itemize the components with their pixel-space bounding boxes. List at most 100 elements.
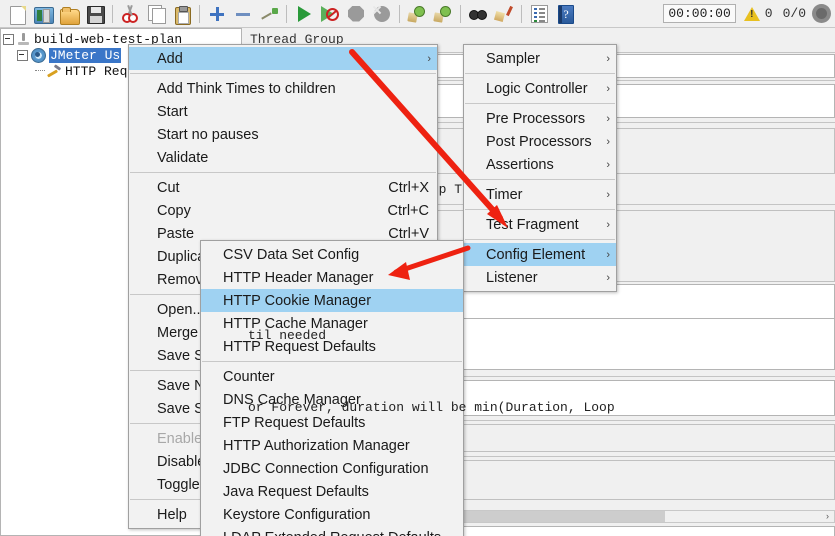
start-button[interactable] (291, 2, 317, 26)
toggle-button[interactable] (256, 2, 282, 26)
menu-item-validate[interactable]: Validate (129, 146, 437, 169)
tree-node-label: HTTP Req (65, 63, 128, 79)
warning-count: 0 (764, 6, 773, 21)
menu-item-label: Cut (157, 179, 180, 196)
menu-separator (465, 179, 615, 180)
clear-button[interactable] (404, 2, 430, 26)
menu-item-listener[interactable]: Listener › (464, 266, 616, 289)
paste-button[interactable] (169, 2, 195, 26)
paste-icon (175, 5, 191, 25)
menu-item-http-cookie-manager[interactable]: HTTP Cookie Manager (201, 289, 463, 312)
menu-item-shortcut: Ctrl+X (388, 179, 429, 196)
menu-item-post-processors[interactable]: Post Processors › (464, 130, 616, 153)
toolbar-divider (199, 4, 200, 23)
menu-item-label: Paste (157, 225, 195, 242)
menu-item-label: Keystore Configuration (223, 506, 371, 523)
menu-item-timer[interactable]: Timer › (464, 183, 616, 206)
menu-item-csv-data-set-config[interactable]: CSV Data Set Config (201, 243, 463, 266)
menu-item-start[interactable]: Start (129, 100, 437, 123)
templates-button[interactable] (30, 2, 56, 26)
collapse-all-button[interactable] (230, 2, 256, 26)
menu-item-test-fragment[interactable]: Test Fragment › (464, 213, 616, 236)
menu-item-label: Timer (486, 186, 523, 203)
toggle-icon (260, 6, 278, 22)
menu-item-label: Disable (157, 453, 206, 470)
new-icon (10, 5, 26, 25)
scroll-right-arrow[interactable]: › (821, 511, 834, 522)
menu-item-shortcut: Ctrl+C (387, 202, 430, 219)
cut-button[interactable] (117, 2, 143, 26)
menu-separator (465, 239, 615, 240)
cut-icon (121, 5, 139, 23)
menu-item-label: Toggle (157, 476, 200, 493)
menu-item-label: Pre Processors (486, 110, 586, 127)
menu-item-label: Sampler (486, 50, 540, 67)
menu-item-label: Assertions (486, 156, 554, 173)
menu-item-counter[interactable]: Counter (201, 365, 463, 388)
menu-item-ldap-extended-request-defaults[interactable]: LDAP Extended Request Defaults (201, 526, 463, 536)
menu-separator (465, 103, 615, 104)
clear-icon (408, 5, 426, 22)
start-no-pauses-icon (321, 5, 339, 22)
menu-item-jdbc-connection-configuration[interactable]: JDBC Connection Configuration (201, 457, 463, 480)
expand-all-icon (209, 6, 225, 22)
menu-item-assertions[interactable]: Assertions › (464, 153, 616, 176)
search-reset-button[interactable] (491, 2, 517, 26)
expander-icon[interactable] (17, 49, 28, 61)
menu-item-config-element[interactable]: Config Element › (464, 243, 616, 266)
menu-item-sampler[interactable]: Sampler › (464, 47, 616, 70)
warning-icon[interactable] (743, 6, 760, 21)
menu-item-http-request-defaults[interactable]: HTTP Request Defaults (201, 335, 463, 358)
shutdown-button[interactable] (369, 2, 395, 26)
open-icon (60, 6, 80, 25)
menu-item-label: Test Fragment (486, 216, 579, 233)
jmeter-window: 00:00:00 0 0/0 build-web-test-plan JMete… (0, 0, 835, 536)
menu-separator (465, 73, 615, 74)
menu-item-label: JDBC Connection Configuration (223, 460, 429, 477)
menu-item-label: LDAP Extended Request Defaults (223, 530, 441, 536)
menu-item-keystore-configuration[interactable]: Keystore Configuration (201, 503, 463, 526)
help-button[interactable] (552, 2, 578, 26)
chevron-right-icon: › (606, 188, 610, 201)
menu-item-java-request-defaults[interactable]: Java Request Defaults (201, 480, 463, 503)
menu-item-logic-controller[interactable]: Logic Controller › (464, 77, 616, 100)
menu-item-label: Post Processors (486, 133, 592, 150)
stop-icon (348, 5, 364, 22)
menu-item-label: Validate (157, 149, 209, 166)
new-button[interactable] (4, 2, 30, 26)
help-icon (558, 4, 574, 24)
open-button[interactable] (56, 2, 82, 26)
menu-item-cut[interactable]: Cut Ctrl+X (129, 176, 437, 199)
menu-item-http-cache-manager[interactable]: HTTP Cache Manager (201, 312, 463, 335)
function-helper-icon (531, 4, 548, 23)
config-element-submenu[interactable]: CSV Data Set Config HTTP Header Manager … (200, 240, 464, 536)
chevron-right-icon: › (606, 112, 610, 125)
main-toolbar: 00:00:00 0 0/0 (0, 0, 835, 28)
expand-all-button[interactable] (204, 2, 230, 26)
chevron-right-icon: › (427, 52, 431, 65)
function-helper-button[interactable] (526, 2, 552, 26)
expander-icon[interactable] (3, 33, 14, 45)
thread-status-icon (812, 4, 831, 23)
menu-item-http-authorization-manager[interactable]: HTTP Authorization Manager (201, 434, 463, 457)
copy-button[interactable] (143, 2, 169, 26)
save-button[interactable] (82, 2, 108, 26)
add-submenu[interactable]: Sampler › Logic Controller › Pre Processor… (463, 44, 617, 292)
menu-item-label: Java Request Defaults (223, 483, 369, 500)
stop-button[interactable] (343, 2, 369, 26)
horizontal-scrollbar[interactable]: › (414, 510, 835, 523)
menu-item-add-think-times[interactable]: Add Think Times to children (129, 77, 437, 100)
start-icon (297, 5, 311, 22)
clear-all-button[interactable] (430, 2, 456, 26)
toolbar-divider (521, 4, 522, 23)
menu-item-add[interactable]: Add › (129, 47, 437, 70)
menu-item-http-header-manager[interactable]: HTTP Header Manager (201, 266, 463, 289)
menu-item-pre-processors[interactable]: Pre Processors › (464, 107, 616, 130)
start-no-pauses-button[interactable] (317, 2, 343, 26)
menu-item-start-no-pauses[interactable]: Start no pauses (129, 123, 437, 146)
menu-item-copy[interactable]: Copy Ctrl+C (129, 199, 437, 222)
menu-separator (465, 209, 615, 210)
search-button[interactable] (465, 2, 491, 26)
elapsed-timer: 00:00:00 (663, 4, 736, 23)
menu-item-label: Copy (157, 202, 191, 219)
